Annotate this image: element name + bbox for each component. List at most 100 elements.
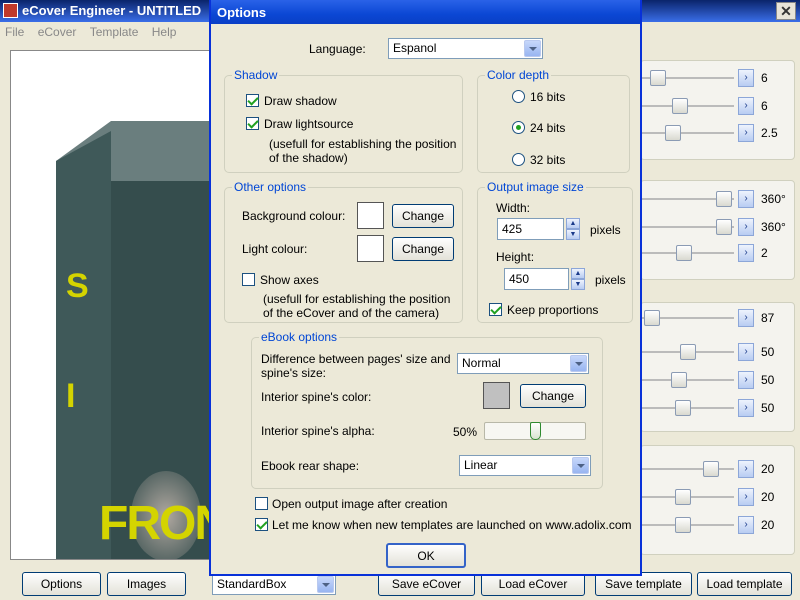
chevron-right-icon[interactable]: › (738, 124, 754, 142)
property-slider[interactable] (642, 468, 734, 470)
open-output-after-checkbox[interactable] (255, 497, 268, 510)
images-button[interactable]: Images (107, 572, 186, 596)
draw-lightsource-label[interactable]: Draw lightsource (264, 117, 353, 131)
property-slider[interactable] (642, 379, 734, 381)
open-output-after-label[interactable]: Open output image after creation (272, 497, 447, 511)
change-background-colour-button[interactable]: Change (392, 204, 454, 228)
height-input[interactable]: 450 (504, 268, 569, 290)
show-axes-checkbox[interactable] (242, 273, 255, 286)
chevron-right-icon[interactable]: › (738, 97, 754, 115)
radio-16-bits[interactable] (512, 90, 525, 103)
draw-shadow-label[interactable]: Draw shadow (264, 94, 337, 108)
ebook-rear-shape-select[interactable]: Linear (459, 455, 591, 476)
chevron-down-icon[interactable] (570, 355, 587, 372)
chevron-right-icon[interactable]: › (738, 343, 754, 361)
width-unit: pixels (590, 223, 621, 237)
light-colour-swatch[interactable] (357, 235, 384, 262)
chevron-right-icon[interactable]: › (738, 69, 754, 87)
height-unit: pixels (595, 273, 626, 287)
width-spinner[interactable]: ▲ ▼ (566, 218, 580, 240)
radio-32-bits-label[interactable]: 32 bits (530, 153, 565, 167)
chevron-right-icon[interactable]: › (738, 399, 754, 417)
property-slider[interactable] (642, 132, 734, 134)
chevron-down-icon[interactable] (572, 457, 589, 474)
slider-thumb[interactable] (676, 245, 692, 261)
slider-thumb[interactable] (665, 125, 681, 141)
slider-thumb[interactable] (675, 517, 691, 533)
radio-32-bits[interactable] (512, 153, 525, 166)
language-select-value: Espanol (393, 41, 437, 55)
chevron-right-icon[interactable]: › (738, 516, 754, 534)
radio-24-bits[interactable] (512, 121, 525, 134)
slider-thumb[interactable] (703, 461, 719, 477)
chevron-right-icon[interactable]: › (738, 371, 754, 389)
keep-proportions-checkbox[interactable] (489, 303, 502, 316)
notify-templates-label[interactable]: Let me know when new templates are launc… (272, 518, 632, 532)
arrow-up-icon[interactable]: ▲ (571, 268, 585, 279)
main-window-title: eCover Engineer - UNTITLED (22, 3, 202, 18)
chevron-right-icon[interactable]: › (738, 244, 754, 262)
background-colour-swatch[interactable] (357, 202, 384, 229)
ebook-rear-shape-value: Linear (464, 458, 498, 472)
slider-thumb[interactable] (672, 98, 688, 114)
height-label: Height: (496, 250, 535, 264)
menu-ecover[interactable]: eCover (33, 22, 82, 42)
arrow-down-icon[interactable]: ▼ (566, 229, 580, 240)
property-row: › 20 (640, 487, 795, 507)
interior-spine-color-swatch[interactable] (483, 382, 510, 409)
ok-button[interactable]: OK (386, 543, 466, 568)
slider-thumb[interactable] (530, 422, 541, 440)
chevron-down-icon[interactable] (524, 40, 541, 57)
property-row: › 6 (640, 68, 795, 88)
other-options-group: Other options Background colour: Change … (224, 180, 463, 323)
show-axes-label[interactable]: Show axes (260, 273, 319, 287)
arrow-up-icon[interactable]: ▲ (566, 218, 580, 229)
change-spine-color-button[interactable]: Change (520, 384, 586, 408)
output-size-group-label: Output image size (485, 180, 586, 194)
slider-thumb[interactable] (650, 70, 666, 86)
chevron-right-icon[interactable]: › (738, 309, 754, 327)
height-spinner[interactable]: ▲ ▼ (571, 268, 585, 290)
chevron-right-icon[interactable]: › (738, 190, 754, 208)
slider-thumb[interactable] (680, 344, 696, 360)
property-value: 6 (761, 71, 768, 85)
interior-spine-alpha-value: 50% (453, 425, 478, 439)
chevron-right-icon[interactable]: › (738, 488, 754, 506)
property-slider[interactable] (642, 105, 734, 107)
app-icon (3, 3, 18, 18)
keep-proportions-label[interactable]: Keep proportions (507, 303, 598, 317)
chevron-down-icon[interactable] (317, 576, 334, 593)
interior-spine-alpha-slider[interactable] (484, 422, 586, 440)
front-text: FRONT (99, 497, 209, 550)
slider-thumb[interactable] (671, 372, 687, 388)
radio-16-bits-label[interactable]: 16 bits (530, 90, 565, 104)
width-input[interactable]: 425 (497, 218, 564, 240)
slider-thumb[interactable] (675, 489, 691, 505)
template-select[interactable]: StandardBox (212, 574, 336, 595)
menu-help[interactable]: Help (147, 22, 182, 42)
chevron-right-icon[interactable]: › (738, 218, 754, 236)
language-select[interactable]: Espanol (388, 38, 543, 59)
property-row: › 20 (640, 515, 795, 535)
ebook-options-group: eBook options Difference between pages' … (251, 330, 603, 489)
menu-file[interactable]: File (0, 22, 29, 42)
draw-lightsource-checkbox[interactable] (246, 117, 259, 130)
change-light-colour-button[interactable]: Change (392, 237, 454, 261)
property-value: 2 (761, 246, 768, 260)
property-value: 20 (761, 518, 775, 532)
close-icon[interactable]: ✕ (776, 2, 796, 20)
slider-thumb[interactable] (675, 400, 691, 416)
slider-thumb[interactable] (716, 219, 732, 235)
pages-spine-diff-select[interactable]: Normal (457, 353, 589, 374)
chevron-right-icon[interactable]: › (738, 460, 754, 478)
load-template-button[interactable]: Load template (697, 572, 792, 596)
radio-24-bits-label[interactable]: 24 bits (530, 121, 565, 135)
slider-thumb[interactable] (644, 310, 660, 326)
menu-template[interactable]: Template (85, 22, 144, 42)
notify-templates-checkbox[interactable] (255, 518, 268, 531)
options-button[interactable]: Options (22, 572, 101, 596)
draw-shadow-checkbox[interactable] (246, 94, 259, 107)
slider-thumb[interactable] (716, 191, 732, 207)
arrow-down-icon[interactable]: ▼ (571, 279, 585, 290)
other-options-group-label: Other options (232, 180, 309, 194)
